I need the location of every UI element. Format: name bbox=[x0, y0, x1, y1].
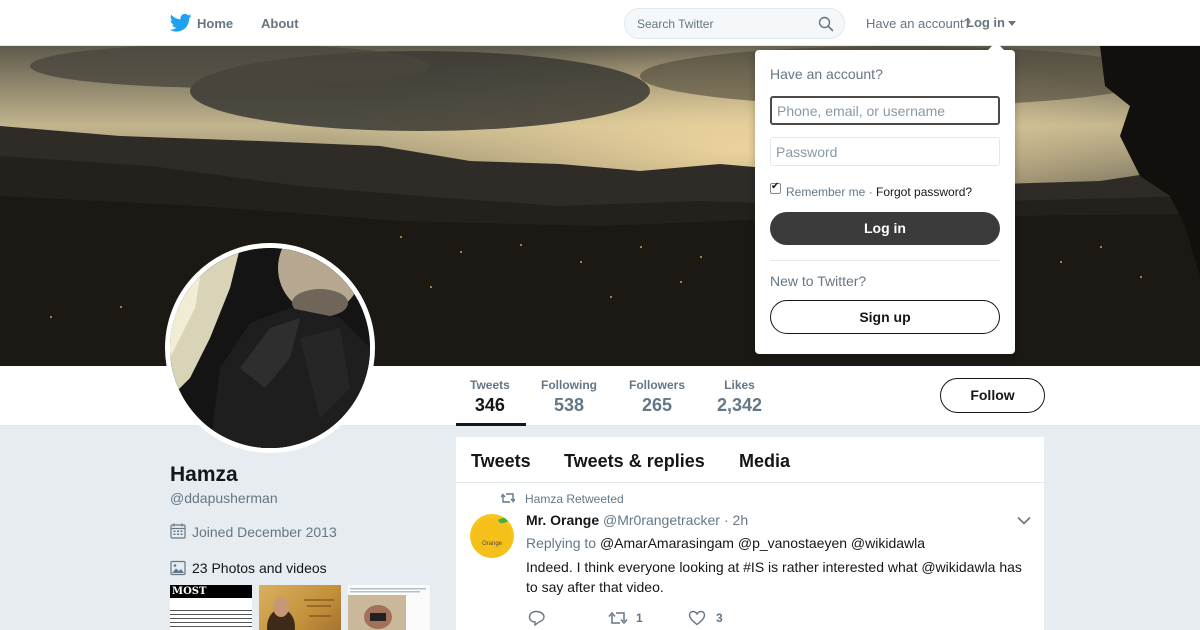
nav-home-link[interactable]: Home bbox=[197, 16, 233, 31]
tweet-timestamp[interactable]: · 2h bbox=[724, 512, 748, 528]
tab-tweets-and-replies[interactable]: Tweets & replies bbox=[564, 451, 705, 472]
thumbnail-caption: MOST WANTED bbox=[170, 585, 252, 610]
photo-icon bbox=[170, 560, 186, 576]
photos-videos-link[interactable]: 23 Photos and videos bbox=[192, 560, 327, 576]
stat-tweets-value: 346 bbox=[474, 395, 505, 415]
joined-date: Joined December 2013 bbox=[192, 524, 337, 540]
retweet-icon bbox=[501, 493, 515, 503]
avatar-logo-text: Orange bbox=[481, 541, 502, 547]
forgot-password-link[interactable]: Forgot password? bbox=[876, 185, 972, 199]
search-input[interactable]: Search Twitter bbox=[637, 17, 713, 31]
login-dropdown: Have an account? Remember me · Forgot pa… bbox=[755, 50, 1015, 354]
tweet-author-handle[interactable]: @Mr0rangetracker bbox=[603, 512, 720, 528]
reply-icon[interactable] bbox=[528, 610, 546, 626]
tweets-timeline: Tweets Tweets & replies Media Hamza Retw… bbox=[456, 437, 1044, 630]
stat-following-label: Following bbox=[541, 378, 597, 392]
chevron-down-icon[interactable] bbox=[1017, 516, 1031, 525]
replying-to-line: Replying to @AmarAmarasingam @p_vanostae… bbox=[526, 535, 925, 551]
stat-following[interactable]: Following 538 bbox=[541, 378, 597, 416]
heart-icon[interactable] bbox=[688, 610, 706, 626]
dropdown-heading: Have an account? bbox=[770, 66, 883, 82]
stat-followers[interactable]: Followers 265 bbox=[629, 378, 685, 416]
dropdown-arrow bbox=[987, 42, 1005, 51]
stat-tweets-label: Tweets bbox=[470, 378, 510, 392]
stat-likes-value: 2,342 bbox=[717, 395, 763, 415]
signup-button[interactable]: Sign up bbox=[770, 300, 1000, 334]
login-button[interactable]: Log in bbox=[770, 212, 1000, 245]
remember-me-label[interactable]: Remember me · bbox=[786, 185, 873, 199]
retweeted-by-label[interactable]: Hamza Retweeted bbox=[525, 492, 624, 506]
profile-handle: @ddapusherman bbox=[170, 490, 278, 506]
retweet-icon[interactable] bbox=[608, 610, 628, 626]
caret-down-icon[interactable] bbox=[1008, 21, 1016, 26]
profile-name: Hamza bbox=[170, 463, 238, 486]
have-account-text: Have an account? bbox=[866, 16, 971, 31]
media-thumbnail[interactable] bbox=[348, 585, 430, 630]
retweet-count: 1 bbox=[636, 611, 643, 625]
stat-followers-label: Followers bbox=[629, 378, 686, 392]
divider bbox=[770, 260, 1000, 261]
search-box[interactable]: Search Twitter bbox=[624, 8, 845, 39]
like-count: 3 bbox=[716, 611, 723, 625]
follow-button[interactable]: Follow bbox=[940, 378, 1045, 413]
tab-tweets[interactable]: Tweets bbox=[471, 451, 531, 472]
tab-media[interactable]: Media bbox=[739, 451, 790, 472]
password-field[interactable] bbox=[770, 137, 1000, 166]
replying-to-label: Replying to bbox=[526, 535, 597, 551]
new-to-twitter-text: New to Twitter? bbox=[770, 273, 867, 289]
tweet-text: Indeed. I think everyone looking at #IS … bbox=[526, 559, 1022, 595]
remember-me-checkbox[interactable] bbox=[770, 181, 781, 194]
top-navigation-bar: Home About Search Twitter Have an accoun… bbox=[0, 0, 1200, 46]
username-field[interactable] bbox=[770, 96, 1000, 125]
active-tab-underline bbox=[456, 423, 526, 426]
stat-likes[interactable]: Likes 2,342 bbox=[717, 378, 762, 416]
stat-following-value: 538 bbox=[553, 395, 585, 415]
stat-likes-label: Likes bbox=[724, 378, 755, 392]
separator-dot: · bbox=[868, 185, 873, 199]
stat-tweets[interactable]: Tweets 346 bbox=[470, 378, 510, 416]
stat-followers-value: 265 bbox=[641, 395, 673, 415]
search-icon[interactable] bbox=[818, 16, 834, 32]
avatar[interactable] bbox=[165, 243, 375, 453]
tweet-author-name[interactable]: Mr. Orange bbox=[526, 512, 599, 528]
media-thumbnail[interactable] bbox=[259, 585, 341, 630]
tweet-author-avatar[interactable]: Orange bbox=[470, 514, 514, 558]
calendar-icon bbox=[170, 523, 186, 539]
replying-to-mentions[interactable]: @AmarAmarasingam @p_vanostaeyen @wikidaw… bbox=[600, 535, 925, 551]
twitter-bird-icon[interactable] bbox=[170, 13, 192, 33]
media-thumbnail[interactable]: MOST WANTED bbox=[170, 585, 252, 630]
nav-about-link[interactable]: About bbox=[261, 16, 299, 31]
timeline-tabs: Tweets Tweets & replies Media bbox=[456, 437, 1044, 483]
login-menu-link[interactable]: Log in bbox=[966, 15, 1005, 30]
remember-me-text: Remember me bbox=[786, 185, 866, 199]
